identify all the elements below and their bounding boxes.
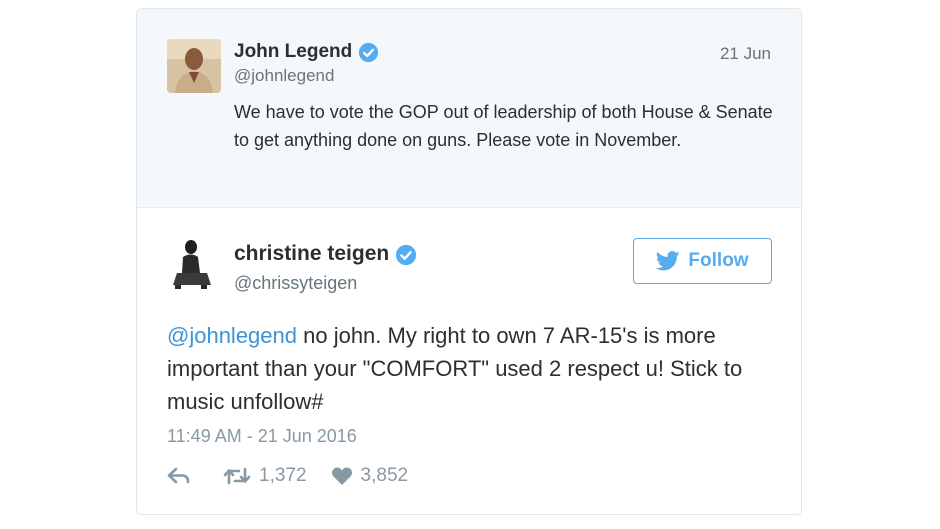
tweet-timestamp[interactable]: 11:49 AM - 21 Jun 2016 (167, 426, 357, 447)
author-handle[interactable]: @chrissyteigen (234, 273, 357, 294)
retweet-button[interactable]: 1,372 (223, 465, 307, 487)
like-count: 3,852 (360, 465, 409, 486)
embedded-tweet-card: John Legend @johnlegend 21 Jun We have t… (136, 8, 802, 515)
mention-link[interactable]: @johnlegend (167, 323, 297, 348)
follow-label: Follow (688, 250, 749, 271)
reply-button[interactable] (167, 466, 199, 486)
retweet-icon (223, 467, 251, 485)
author-handle[interactable]: @johnlegend (234, 66, 334, 86)
tweet-text: @johnlegend no john. My right to own 7 A… (167, 319, 782, 418)
like-button[interactable]: 3,852 (331, 465, 409, 487)
twitter-bird-icon (656, 251, 681, 271)
avatar[interactable] (167, 39, 221, 93)
author-name[interactable]: John Legend (234, 41, 352, 63)
tweet-date[interactable]: 21 Jun (720, 44, 771, 64)
verified-badge-icon (358, 42, 379, 63)
follow-button[interactable]: Follow (633, 238, 772, 284)
tweet-actions: 1,372 3,852 (167, 465, 432, 487)
author-name[interactable]: christine teigen (234, 242, 389, 266)
reply-icon (167, 467, 190, 484)
tweet-text: We have to vote the GOP out of leadershi… (234, 102, 773, 150)
parent-tweet[interactable]: John Legend @johnlegend 21 Jun We have t… (137, 9, 801, 208)
verified-badge-icon (395, 244, 417, 265)
retweet-count: 1,372 (259, 465, 307, 486)
avatar[interactable] (167, 235, 221, 291)
heart-icon (331, 467, 352, 485)
